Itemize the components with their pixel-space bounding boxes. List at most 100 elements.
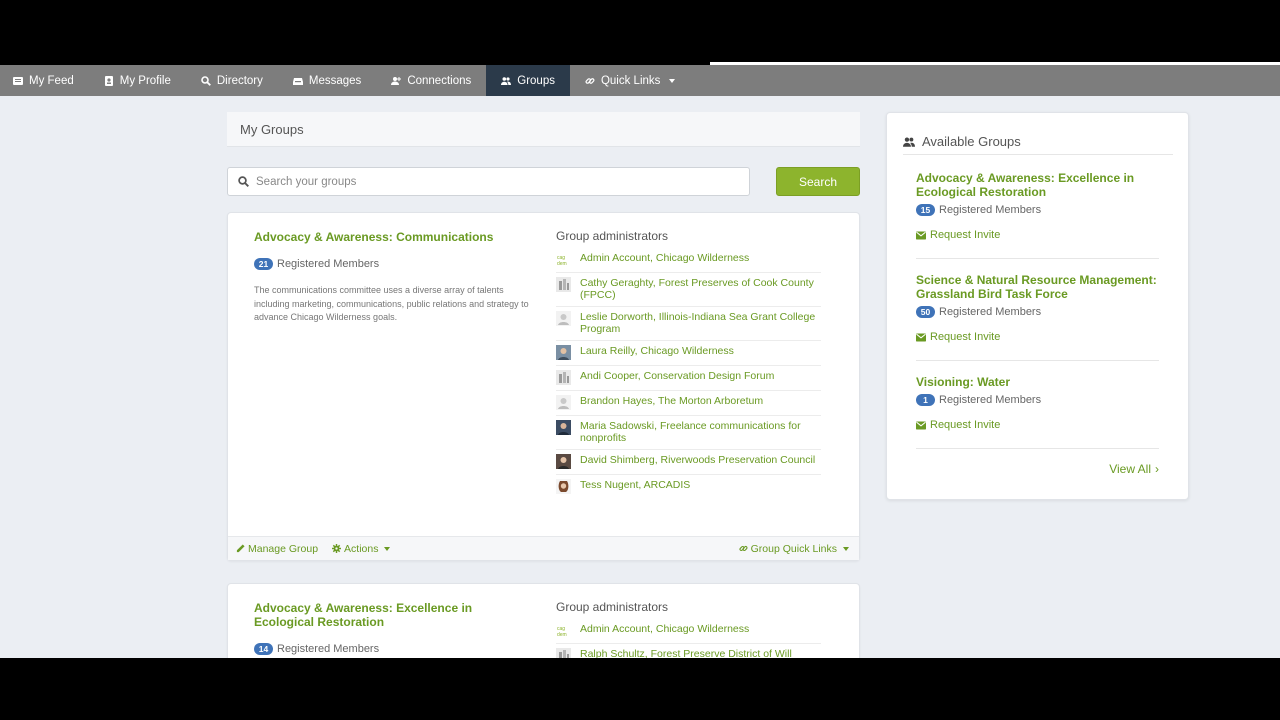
svg-text:dem: dem — [557, 261, 567, 267]
nav-my-feed[interactable]: My Feed — [0, 65, 89, 96]
manage-group-link[interactable]: Manage Group — [236, 543, 318, 555]
search-input[interactable] — [256, 175, 726, 188]
newspaper-icon — [13, 76, 23, 85]
admin-name-link[interactable]: Andi Cooper, Conservation Design Forum — [580, 370, 774, 382]
nav-label: Directory — [216, 74, 263, 87]
nav-my-profile[interactable]: My Profile — [89, 65, 186, 96]
group-card: Advocacy & Awareness: Communications 21 … — [227, 212, 860, 561]
admin-list-item: Brandon Hayes, The Morton Arboretum — [556, 391, 821, 416]
admin-list-item: David Shimberg, Riverwoods Preservation … — [556, 450, 821, 475]
nav-directory[interactable]: Directory — [186, 65, 278, 96]
admin-avatar: cagdem — [556, 623, 571, 638]
admin-avatar — [556, 395, 571, 410]
chevron-down-icon — [669, 78, 676, 83]
envelope-icon — [916, 421, 926, 429]
admin-avatar — [556, 311, 571, 326]
nav-label: My Feed — [29, 74, 74, 87]
admin-list-item: cag dem Admin Account, Chicago Wilderness — [556, 248, 821, 273]
admin-list-item: Cathy Geraghty, Forest Preserves of Cook… — [556, 273, 821, 307]
admin-avatar — [556, 370, 571, 385]
members-label: Registered Members — [277, 643, 380, 655]
user-plus-icon — [391, 76, 402, 85]
actions-label: Actions — [344, 542, 379, 555]
member-count-badge: 50 — [916, 306, 935, 318]
letterbox-top — [0, 0, 1280, 62]
main-navbar: My Feed My Profile Directory Messages Co… — [0, 65, 1280, 96]
search-icon — [201, 75, 211, 86]
admin-avatar — [556, 420, 571, 435]
group-title-link[interactable]: Advocacy & Awareness: Excellence in Ecol… — [254, 601, 524, 629]
members-label: Registered Members — [939, 306, 1042, 318]
letterbox-bottom — [0, 658, 1280, 720]
admin-list-item: Laura Reilly, Chicago Wilderness — [556, 341, 821, 366]
request-invite-link[interactable]: Request Invite — [916, 229, 1159, 241]
admin-name-link[interactable]: Admin Account, Chicago Wilderness — [580, 623, 749, 635]
nav-groups[interactable]: Groups — [486, 65, 570, 96]
admin-name-link[interactable]: David Shimberg, Riverwoods Preservation … — [580, 454, 815, 466]
admin-name-link[interactable]: Brandon Hayes, The Morton Arboretum — [580, 395, 763, 407]
admin-name-link[interactable]: Ralph Schultz, Forest Preserve District … — [580, 648, 821, 658]
search-field[interactable] — [227, 167, 750, 196]
group-quick-links-dropdown[interactable]: Group Quick Links — [739, 543, 849, 555]
available-group-title-link[interactable]: Science & Natural Resource Management: G… — [916, 273, 1159, 301]
available-group-title-link[interactable]: Visioning: Water — [916, 375, 1159, 389]
manage-group-label: Manage Group — [248, 542, 319, 555]
member-count-badge: 1 — [916, 394, 935, 406]
admin-avatar: cagdem — [556, 252, 571, 267]
admin-name-link[interactable]: Maria Sadowski, Freelance communications… — [580, 420, 821, 444]
request-invite-link[interactable]: Request Invite — [916, 419, 1159, 431]
admin-list-item: Ralph Schultz, Forest Preserve District … — [556, 644, 821, 658]
inbox-icon — [292, 77, 303, 85]
admin-avatar — [556, 454, 571, 469]
nav-label: My Profile — [119, 74, 171, 87]
nav-messages[interactable]: Messages — [278, 65, 376, 96]
admin-avatar — [556, 277, 571, 292]
chevron-down-icon — [843, 546, 849, 551]
group-title-link[interactable]: Advocacy & Awareness: Communications — [254, 230, 524, 244]
admin-avatar — [556, 479, 571, 494]
available-groups-title: Available Groups — [922, 134, 1021, 149]
nav-label: Connections — [407, 74, 472, 87]
available-group-title-link[interactable]: Advocacy & Awareness: Excellence in Ecol… — [916, 171, 1159, 199]
view-all-link[interactable]: View All › — [1109, 462, 1159, 476]
member-count-badge: 15 — [916, 204, 935, 216]
registered-members: 1 Registered Members — [916, 394, 1159, 406]
nav-label: Messages — [308, 74, 362, 87]
available-group-item: Science & Natural Resource Management: G… — [916, 273, 1159, 361]
admin-list: cag dem Admin Account, Chicago Wilderness R… — [556, 619, 821, 658]
card-footer: Manage Group Actions Group Quick Links — [228, 536, 859, 560]
nav-quick-links[interactable]: Quick Links — [570, 65, 690, 96]
admin-list-item: Maria Sadowski, Freelance communications… — [556, 416, 821, 450]
registered-members: 50 Registered Members — [916, 306, 1159, 318]
group-administrators-heading: Group administrators — [556, 600, 669, 614]
registered-members: 21 Registered Members — [254, 258, 379, 270]
admin-name-link[interactable]: Leslie Dorworth, Illinois-Indiana Sea Gr… — [580, 311, 821, 335]
request-invite-link[interactable]: Request Invite — [916, 331, 1159, 343]
chevron-right-icon: › — [1155, 462, 1159, 476]
admin-list-item: Tess Nugent, ARCADIS — [556, 475, 821, 499]
gear-icon — [332, 544, 342, 553]
chevron-down-icon — [384, 546, 391, 551]
search-button[interactable]: Search — [776, 167, 860, 196]
admin-name-link[interactable]: Admin Account, Chicago Wilderness — [580, 252, 749, 264]
admin-list-item: cag dem Admin Account, Chicago Wilderness — [556, 619, 821, 644]
pencil-icon — [236, 544, 245, 553]
link-icon — [739, 545, 748, 552]
page-title: My Groups — [227, 112, 860, 147]
member-count-badge: 14 — [254, 643, 273, 655]
group-quick-links-label: Group Quick Links — [750, 542, 837, 555]
members-label: Registered Members — [939, 394, 1042, 406]
envelope-icon — [916, 333, 926, 341]
users-icon — [501, 76, 512, 85]
admin-name-link[interactable]: Tess Nugent, ARCADIS — [580, 479, 690, 491]
members-label: Registered Members — [939, 204, 1042, 216]
admin-name-link[interactable]: Cathy Geraghty, Forest Preserves of Cook… — [580, 277, 821, 301]
member-count-badge: 21 — [254, 258, 273, 270]
users-icon — [903, 136, 915, 147]
nav-connections[interactable]: Connections — [376, 65, 486, 96]
group-description: The communications committee uses a dive… — [254, 285, 529, 322]
actions-dropdown[interactable]: Actions — [332, 542, 391, 555]
registered-members: 15 Registered Members — [916, 204, 1159, 216]
view-all-label: View All — [1109, 462, 1151, 476]
admin-name-link[interactable]: Laura Reilly, Chicago Wilderness — [580, 345, 734, 357]
